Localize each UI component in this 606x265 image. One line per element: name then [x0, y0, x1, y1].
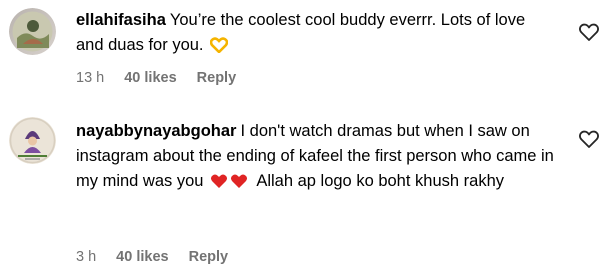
avatar[interactable]: [9, 8, 56, 55]
like-heart-icon[interactable]: [578, 21, 600, 43]
timestamp: 3 h: [76, 249, 97, 265]
like-heart-icon[interactable]: [578, 128, 600, 150]
comment-item: ellahifasiha You’re the coolest cool budd…: [0, 0, 606, 120]
comment-item: nayabbynayabgohar I don't watch dramas bu…: [0, 110, 606, 265]
likes-count[interactable]: 40 likes: [124, 70, 176, 86]
comment-text: ellahifasiha You’re the coolest cool budd…: [76, 8, 556, 61]
red-heart-icon: [230, 172, 248, 197]
heart-hands-icon: [209, 36, 229, 61]
username[interactable]: ellahifasiha: [76, 11, 166, 29]
timestamp: 13 h: [76, 70, 105, 86]
comment-text: nayabbynayabgohar I don't watch dramas bu…: [76, 119, 556, 197]
comment-meta: 3 h 40 likes Reply: [76, 249, 228, 265]
username[interactable]: nayabbynayabgohar: [76, 122, 236, 140]
reply-button[interactable]: Reply: [189, 249, 229, 265]
comment-body-continued: Allah ap logo ko boht khush rakhy: [256, 172, 504, 190]
reply-button[interactable]: Reply: [197, 70, 237, 86]
likes-count[interactable]: 40 likes: [116, 249, 168, 265]
avatar[interactable]: [9, 117, 56, 164]
comment-meta: 13 h 40 likes Reply: [76, 70, 236, 86]
red-heart-icon: [210, 172, 228, 197]
